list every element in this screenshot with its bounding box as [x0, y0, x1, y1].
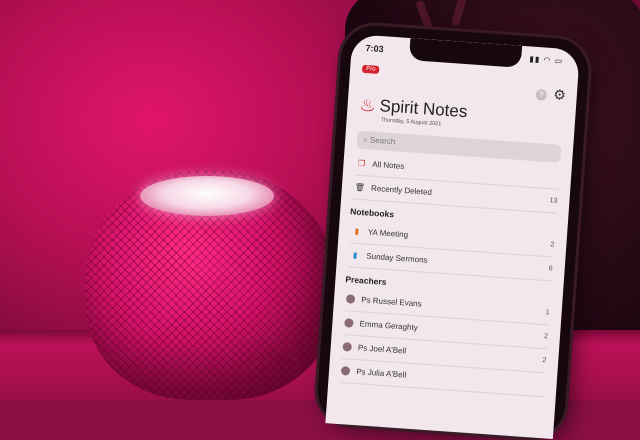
- list-item-count: 1: [545, 309, 550, 317]
- avatar: [342, 342, 353, 353]
- preachers-heading: Preachers: [345, 274, 387, 287]
- list-item-count: 2: [542, 357, 547, 365]
- notebook-icon: ▮: [354, 226, 360, 236]
- phone-notch: [408, 38, 523, 68]
- list-item-count: 2: [550, 241, 555, 249]
- gear-icon[interactable]: ⚙: [553, 86, 567, 104]
- phone-screen: 7:03 ▮▮ ◠ ▭ Pro ? ⚙ ♨ Spirit Notes Thurs…: [325, 34, 581, 439]
- notebook-icon: ▮: [352, 250, 358, 260]
- list-item-count: 6: [548, 265, 553, 273]
- notebooks-heading: Notebooks: [349, 206, 395, 220]
- status-icons: ▮▮ ◠ ▭: [529, 54, 564, 66]
- list-item-label: Sunday Sermons: [366, 251, 428, 265]
- flame-icon: ♨: [358, 94, 377, 116]
- avatar: [340, 366, 351, 377]
- list-item-label: Ps Joel A'Bell: [357, 343, 407, 356]
- search-placeholder: Search: [369, 135, 396, 147]
- avatar: [345, 294, 356, 305]
- trash-icon: 🗑: [354, 182, 366, 193]
- list-item-label: Ps Julia A'Bell: [355, 367, 407, 380]
- help-icon[interactable]: ?: [535, 88, 548, 101]
- avatar: [344, 318, 354, 329]
- list-item-label: Recently Deleted: [370, 183, 433, 197]
- speaker-top-light: [140, 176, 274, 216]
- list-item-label: YA Meeting: [367, 227, 409, 240]
- search-icon: ⌕: [362, 135, 369, 145]
- phone: 7:03 ▮▮ ◠ ▭ Pro ? ⚙ ♨ Spirit Notes Thurs…: [315, 23, 591, 440]
- list-item-label: Emma Geraghty: [359, 319, 419, 333]
- notes-icon: ❐: [357, 158, 366, 169]
- list-item-count: 2: [543, 333, 549, 341]
- list-item-count: 13: [549, 197, 558, 205]
- list-item-label: All Notes: [372, 159, 405, 171]
- list-item-label: Ps Russel Evans: [360, 295, 422, 309]
- pro-badge[interactable]: Pro: [361, 64, 380, 74]
- status-time: 7:03: [365, 42, 384, 55]
